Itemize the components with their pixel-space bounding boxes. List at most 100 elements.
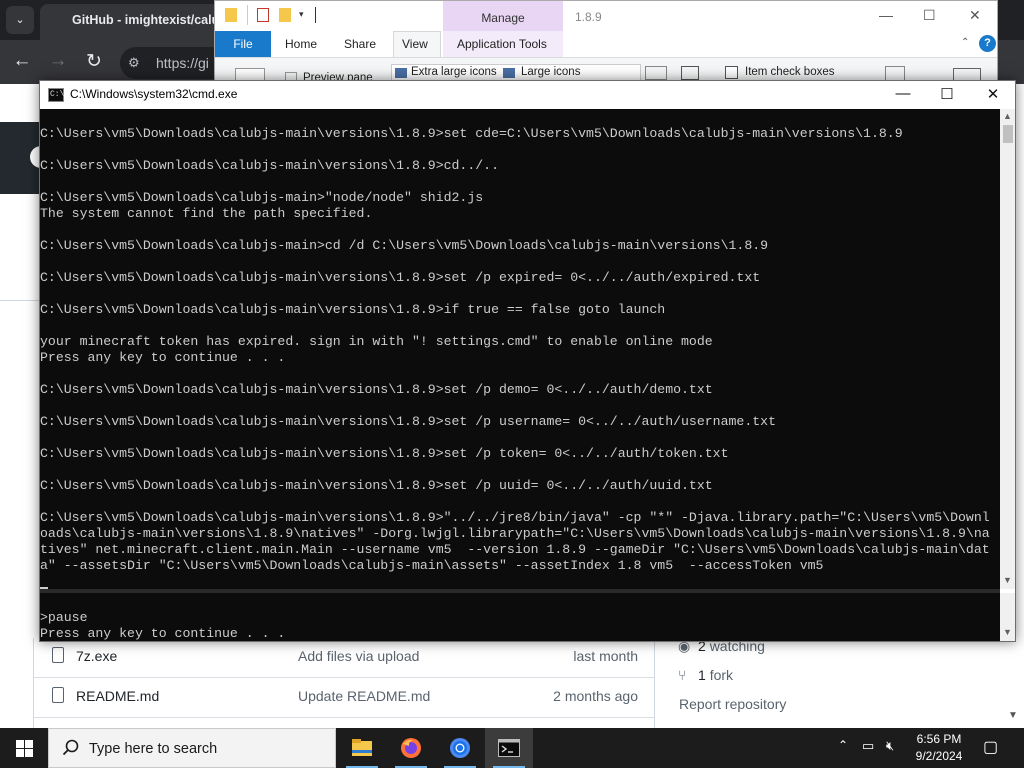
minimize-button[interactable]: — [879, 7, 893, 23]
terminal-icon [498, 739, 520, 757]
taskbar-search[interactable]: Type here to search [48, 728, 336, 768]
back-icon[interactable]: ← [8, 50, 36, 72]
network-icon[interactable]: ▭ [862, 738, 874, 754]
console-line: C:\Users\vm5\Downloads\calubjs-main\vers… [40, 126, 903, 141]
search-icon [62, 739, 79, 756]
show-hidden-icons-icon[interactable]: ⌃ [838, 738, 848, 752]
console-line: C:\Users\vm5\Downloads\calubjs-main\vers… [40, 270, 761, 285]
commit-date: last month [573, 648, 638, 664]
add-columns-icon[interactable] [681, 66, 699, 80]
console-line: your minecraft token has expired. sign i… [40, 334, 713, 349]
ribbon-tabs: File Home Share View Application Tools ⌃… [215, 31, 997, 58]
cmd-title: C:\Windows\system32\cmd.exe [70, 87, 238, 101]
quick-access-dropdown-icon[interactable]: ▾ [299, 9, 304, 20]
tab-home[interactable]: Home [285, 37, 317, 51]
console-line: oads\calubjs-main\versions\1.8.9\natives… [40, 526, 990, 541]
close-button[interactable]: ✕ [969, 7, 981, 24]
tab-file[interactable]: File [215, 31, 271, 57]
console-line: tives" net.minecraft.client.main.Main --… [40, 542, 990, 557]
commit-message[interactable]: Update README.md [298, 688, 430, 704]
report-repository-link[interactable]: Report repository [679, 696, 786, 712]
folder-icon [225, 8, 237, 22]
chrome-icon [450, 738, 470, 758]
notifications-icon[interactable]: ▢ [983, 737, 998, 757]
group-by-icon[interactable] [645, 66, 667, 80]
console-line: C:\Users\vm5\Downloads\calubjs-main\vers… [40, 446, 729, 461]
file-icon [52, 647, 64, 663]
taskbar-file-explorer[interactable] [338, 728, 386, 768]
divider [247, 5, 248, 25]
cmd-app-icon[interactable]: C:\ [48, 88, 64, 102]
console-line: C:\Users\vm5\Downloads\calubjs-main\vers… [40, 478, 713, 493]
tab-view[interactable]: View [402, 37, 428, 51]
scroll-down-icon[interactable]: ▼ [1003, 627, 1012, 637]
maximize-button[interactable]: ☐ [923, 7, 936, 24]
window-title: 1.8.9 [575, 10, 602, 24]
taskbar-cmd[interactable] [485, 728, 533, 768]
scrollbar-thumb[interactable] [1003, 125, 1013, 143]
file-icon [52, 687, 64, 703]
fork-icon: ⑂ [678, 667, 687, 683]
scroll-down-icon[interactable]: ▼ [1003, 575, 1012, 585]
large-icons-icon [503, 68, 515, 78]
file-explorer-icon [352, 739, 372, 756]
file-row[interactable]: README.md Update README.md 2 months ago [34, 678, 654, 718]
new-folder-icon[interactable] [279, 8, 291, 22]
scrollbar[interactable]: ▲ ▼ [1000, 109, 1015, 589]
firefox-icon [401, 738, 421, 758]
large-icons-option[interactable]: Large icons [521, 66, 580, 78]
clock-date[interactable]: 9/2/2024 [908, 749, 970, 763]
scroll-down-icon[interactable]: ▼ [1008, 710, 1018, 721]
reload-icon[interactable]: ↻ [80, 50, 108, 73]
cmd-window[interactable]: C:\ C:\Windows\system32\cmd.exe — ☐ ✕ C:… [39, 80, 1016, 642]
fork-stat[interactable]: ⑂ 1 fork [678, 667, 733, 683]
taskbar-chrome[interactable] [436, 728, 484, 768]
file-list: 7z.exe Add files via upload last month R… [33, 638, 655, 728]
scrollbar[interactable]: ▼ [1000, 593, 1015, 641]
console-line: C:\Users\vm5\Downloads\calubjs-main\vers… [40, 510, 990, 525]
item-check-boxes-checkbox[interactable] [725, 66, 738, 79]
commit-message[interactable]: Add files via upload [298, 648, 419, 664]
item-check-boxes-label: Item check boxes [745, 66, 835, 78]
minimize-button[interactable]: — [888, 85, 918, 102]
console-line: C:\Users\vm5\Downloads\calubjs-main\vers… [40, 414, 776, 429]
taskbar: Type here to search ⌃ ▭ 🔇︎ 6:56 PM 9/2/2… [0, 728, 1024, 768]
file-name[interactable]: README.md [76, 688, 159, 704]
console-line: C:\Users\vm5\Downloads\calubjs-main\vers… [40, 302, 666, 317]
tab-search-icon[interactable]: ⌄ [6, 6, 34, 34]
start-button[interactable] [0, 728, 48, 768]
console-line: C:\Users\vm5\Downloads\calubjs-main>"nod… [40, 190, 484, 205]
windows-logo-icon [16, 740, 24, 748]
properties-icon[interactable] [257, 8, 269, 22]
collapse-ribbon-icon[interactable]: ⌃ [961, 37, 969, 48]
console-output[interactable]: C:\Users\vm5\Downloads\calubjs-main\vers… [40, 109, 1000, 641]
tab-application-tools[interactable]: Application Tools [457, 37, 547, 51]
console-line: Press any key to continue . . . [40, 350, 286, 365]
console-line: The system cannot find the path specifie… [40, 206, 373, 221]
tab-share[interactable]: Share [344, 37, 376, 51]
divider [315, 7, 316, 23]
cmd-titlebar[interactable]: C:\ C:\Windows\system32\cmd.exe — ☐ ✕ [40, 81, 1015, 109]
console-line: C:\Users\vm5\Downloads\calubjs-main\vers… [40, 382, 713, 397]
extra-large-icons-icon [395, 68, 407, 78]
taskbar-firefox[interactable] [387, 728, 435, 768]
close-button[interactable]: ✕ [978, 85, 1008, 103]
browser-tab-title: GitHub - imightexist/calubjs-main [72, 13, 214, 27]
console-line: >pause [40, 610, 88, 625]
manage-label: Manage [481, 11, 525, 25]
file-row[interactable]: 7z.exe Add files via upload last month [34, 638, 654, 678]
commit-date: 2 months ago [553, 688, 638, 704]
console-divider [40, 589, 1000, 593]
help-icon[interactable]: ? [979, 35, 996, 52]
volume-muted-icon[interactable]: 🔇︎ [886, 738, 894, 754]
divider [0, 300, 40, 301]
file-explorer-window: ▾ Manage 1.8.9 — ☐ ✕ File Home Share Vie… [214, 0, 998, 88]
forward-icon[interactable]: → [44, 50, 72, 72]
extra-large-icons-option[interactable]: Extra large icons [411, 66, 497, 78]
maximize-button[interactable]: ☐ [932, 85, 962, 103]
search-placeholder: Type here to search [89, 741, 218, 757]
file-name[interactable]: 7z.exe [76, 648, 117, 664]
site-info-icon[interactable]: ⚙ [128, 55, 140, 71]
clock-time[interactable]: 6:56 PM [914, 732, 964, 746]
scroll-up-icon[interactable]: ▲ [1003, 111, 1012, 121]
